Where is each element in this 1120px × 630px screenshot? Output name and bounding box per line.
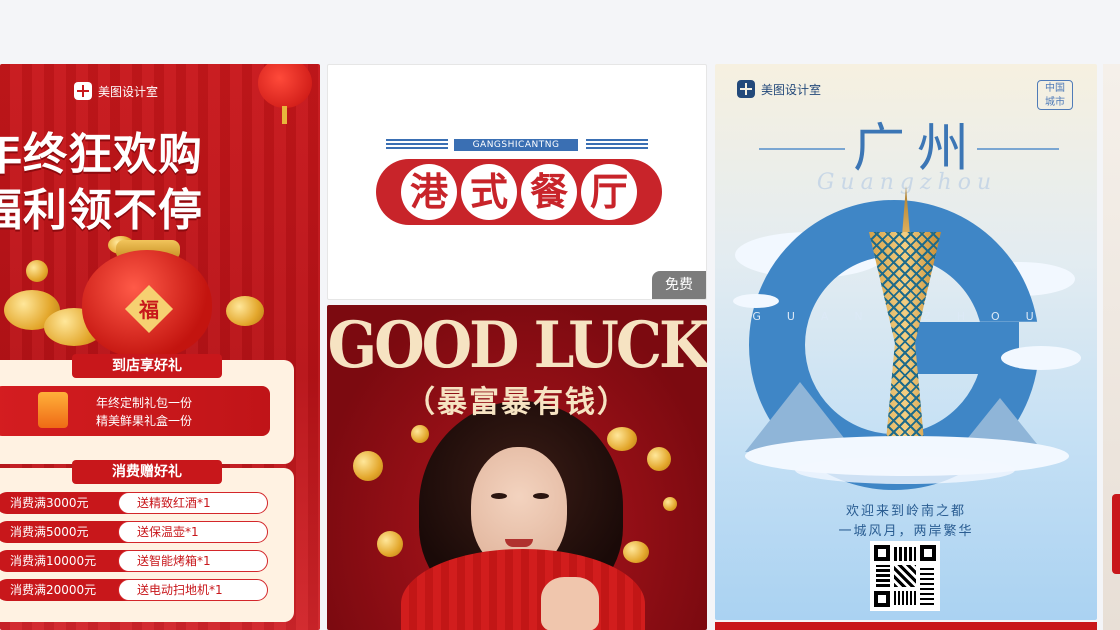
qr-pattern — [894, 565, 916, 587]
eye — [533, 493, 549, 499]
good-luck-title: GOOD LUCK — [327, 307, 707, 383]
qr-corner — [874, 545, 890, 561]
cloud-base — [795, 456, 1015, 484]
good-luck-subtitle: （暴富暴有钱） — [405, 385, 629, 420]
cloud — [733, 294, 779, 308]
tier-reward: 送电动扫地机*1 — [118, 579, 268, 601]
tier-spend: 消费满3000元 — [0, 492, 134, 514]
coin-icon — [663, 497, 677, 511]
coin-icon — [377, 531, 403, 557]
template-card-guangzhou[interactable]: 美图设计室 中国 城市 广州 Guangzhou GUANGZHOU 欢迎来到岭… — [715, 64, 1097, 620]
coin-icon — [353, 451, 383, 481]
stamp-line: 城市 — [1045, 97, 1065, 108]
tier-row: 消费满20000元 送电动扫地机*1 — [0, 579, 270, 601]
coin-icon — [226, 296, 264, 326]
section-title-spend-gift: 消费赠好礼 — [72, 460, 222, 484]
gift-bag-icon — [38, 392, 68, 428]
qr-code — [870, 541, 940, 611]
logo-char: 餐 — [521, 164, 577, 220]
top-bar — [0, 0, 1120, 64]
tier-spend: 消费满10000元 — [0, 550, 134, 572]
qr-pattern — [876, 565, 890, 587]
coin-icon — [647, 447, 671, 471]
title-line-left — [759, 148, 845, 150]
qr-corner — [920, 545, 936, 561]
logo-chinese-name: 港式餐厅 — [376, 163, 662, 221]
title-line-right — [977, 148, 1059, 150]
next-column-card-peek[interactable] — [1103, 64, 1120, 630]
free-badge: 免费 — [652, 271, 706, 299]
logo-char: 式 — [461, 164, 517, 220]
promo-headline-2: 福利领不停 — [0, 185, 203, 236]
tier-reward: 送精致红酒*1 — [118, 492, 268, 514]
section-title-store-gift: 到店享好礼 — [72, 354, 222, 378]
template-card-good-luck[interactable]: GOOD LUCK （暴富暴有钱） — [327, 305, 707, 630]
promo-headline-1: 年终狂欢购 — [0, 129, 203, 180]
brand-logo-icon — [737, 80, 755, 98]
big-letter-g-bar — [911, 322, 1019, 374]
fu-character: 福 — [139, 298, 159, 322]
hand — [541, 577, 599, 630]
qr-pattern — [920, 567, 934, 605]
qr-corner — [874, 591, 890, 607]
logo-stripes-right — [586, 139, 648, 151]
brand-label: 美图设计室 — [737, 80, 821, 98]
brand-name: 美图设计室 — [98, 84, 159, 99]
caption-line-1: 欢迎来到岭南之都 — [845, 504, 966, 519]
gift-text: 年终定制礼包一份 精美鲜果礼盒一份 — [96, 394, 192, 430]
coin-icon — [26, 260, 48, 282]
logo-stripes-left — [386, 139, 448, 151]
stamp-line: 中国 — [1045, 83, 1065, 94]
coin-icon — [607, 427, 637, 451]
qr-pattern — [894, 591, 918, 605]
tier-row: 消费满3000元 送精致红酒*1 — [0, 492, 270, 514]
city-stamp: 中国 城市 — [1037, 80, 1073, 110]
brand-label: 美图设计室 — [74, 82, 158, 100]
coin-icon — [623, 541, 649, 563]
coin-icon — [411, 425, 429, 443]
lantern-tassel — [282, 106, 287, 124]
city-script: Guangzhou — [816, 170, 998, 195]
gift-line: 精美鲜果礼盒一份 — [96, 414, 193, 428]
tier-row: 消费满5000元 送保温壶*1 — [0, 521, 270, 543]
brand-logo-icon — [74, 82, 92, 100]
tier-spend: 消费满20000元 — [0, 579, 134, 601]
gift-line: 年终定制礼包一份 — [96, 396, 193, 410]
mouth — [505, 539, 533, 547]
caption-line-2: 一城风月，两岸繁华 — [838, 524, 974, 539]
logo-en-name: GANGSHICANTNG — [454, 139, 578, 151]
tier-row: 消费满10000元 送智能烤箱*1 — [0, 550, 270, 572]
tier-reward: 送智能烤箱*1 — [118, 550, 268, 572]
next-card-peek[interactable] — [715, 622, 1097, 630]
cloud — [1001, 346, 1081, 370]
template-card-hk-restaurant-logo[interactable]: GANGSHICANTNG 港式餐厅 免费 — [327, 64, 707, 300]
tier-reward: 送保温壶*1 — [118, 521, 268, 543]
logo-char: 港 — [401, 164, 457, 220]
tier-spend: 消费满5000元 — [0, 521, 134, 543]
template-card-new-year-promo[interactable]: 美图设计室 年终狂欢购 福利领不停 福 到店享好礼 年终定制礼包一份 精美鲜果礼… — [0, 64, 320, 630]
eye — [491, 493, 507, 499]
brand-name: 美图设计室 — [761, 82, 822, 97]
logo-char: 厅 — [581, 164, 637, 220]
qr-pattern — [894, 547, 916, 561]
